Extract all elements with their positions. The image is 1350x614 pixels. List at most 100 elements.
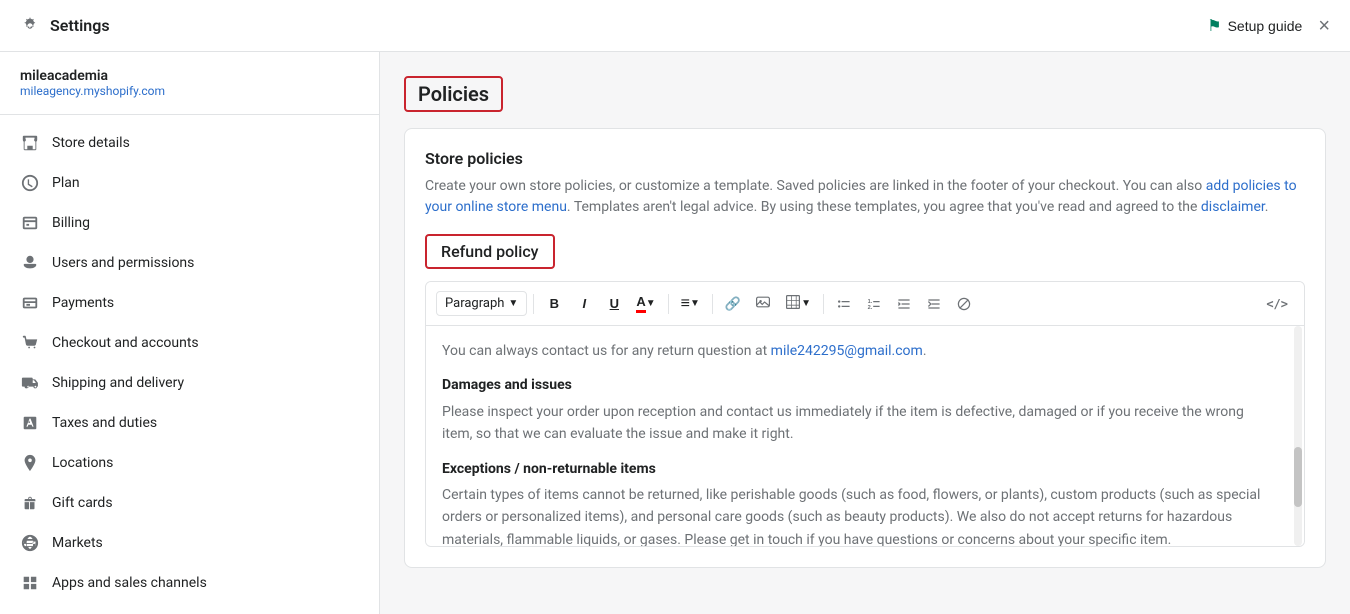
sidebar-item-label: Gift cards bbox=[52, 495, 113, 511]
section-exceptions: Exceptions / non-returnable items Certai… bbox=[442, 458, 1272, 546]
table-button[interactable]: ▼ bbox=[779, 290, 817, 317]
sidebar-item-label: Apps and sales channels bbox=[52, 575, 207, 591]
store-url[interactable]: mileagency.myshopify.com bbox=[20, 84, 359, 98]
editor-content-area[interactable]: You can always contact us for any return… bbox=[426, 326, 1304, 546]
close-button[interactable]: × bbox=[1318, 16, 1330, 36]
sidebar-item-plan[interactable]: Plan bbox=[0, 163, 379, 203]
top-bar-left: Settings bbox=[20, 16, 110, 36]
store-info: mileacademia mileagency.myshopify.com bbox=[0, 52, 379, 115]
underline-button[interactable]: U bbox=[600, 292, 628, 315]
table-icon bbox=[785, 294, 801, 313]
toolbar-divider-3 bbox=[712, 294, 713, 314]
refund-policy-title: Refund policy bbox=[441, 242, 539, 261]
store-policies-desc: Create your own store policies, or custo… bbox=[425, 176, 1305, 218]
paragraph-select[interactable]: Paragraph ▼ bbox=[436, 291, 527, 316]
align-button[interactable]: ≡ ▼ bbox=[675, 291, 706, 317]
toolbar-divider-1 bbox=[533, 294, 534, 314]
desc-text-2: . Templates aren't legal advice. By usin… bbox=[567, 199, 1201, 215]
indent-icon bbox=[926, 296, 942, 312]
svg-text:2.: 2. bbox=[868, 304, 873, 310]
block-button[interactable] bbox=[950, 292, 978, 316]
page-header: Policies bbox=[404, 76, 1326, 112]
payments-icon bbox=[20, 293, 40, 313]
rich-text-editor: Paragraph ▼ B I U A ▼ bbox=[425, 281, 1305, 547]
sidebar-item-shipping[interactable]: Shipping and delivery bbox=[0, 363, 379, 403]
setup-guide-label: Setup guide bbox=[1228, 18, 1303, 34]
sidebar-item-label: Locations bbox=[52, 455, 113, 471]
italic-button[interactable]: I bbox=[570, 292, 598, 315]
editor-toolbar: Paragraph ▼ B I U A ▼ bbox=[426, 282, 1304, 326]
sidebar-item-locations[interactable]: Locations bbox=[0, 443, 379, 483]
align-icon: ≡ bbox=[681, 295, 690, 313]
color-label: A bbox=[636, 294, 645, 313]
top-bar-right: ⚑ Setup guide × bbox=[1207, 16, 1330, 36]
sidebar: mileacademia mileagency.myshopify.com St… bbox=[0, 52, 380, 614]
para1-end: . bbox=[923, 343, 927, 359]
image-button[interactable] bbox=[749, 290, 777, 317]
align-dropdown: ▼ bbox=[690, 298, 700, 309]
taxes-icon bbox=[20, 413, 40, 433]
toolbar-divider-4 bbox=[823, 294, 824, 314]
scrollbar-thumb[interactable] bbox=[1294, 447, 1302, 507]
outdent-button[interactable] bbox=[890, 292, 918, 316]
exceptions-text: Certain types of items cannot be returne… bbox=[442, 484, 1272, 546]
shipping-icon bbox=[20, 373, 40, 393]
store-policies-title: Store policies bbox=[425, 149, 1305, 168]
bullet-list-icon bbox=[836, 296, 852, 312]
sidebar-item-label: Store details bbox=[52, 135, 130, 151]
code-button[interactable]: </> bbox=[1260, 293, 1294, 315]
policies-title: Policies bbox=[418, 82, 489, 106]
settings-icon bbox=[20, 16, 40, 36]
bold-button[interactable]: B bbox=[540, 292, 568, 315]
page-title: Settings bbox=[50, 16, 110, 35]
sidebar-item-store-details[interactable]: Store details bbox=[0, 123, 379, 163]
sidebar-item-label: Users and permissions bbox=[52, 255, 194, 271]
store-icon bbox=[20, 133, 40, 153]
ordered-list-button[interactable]: 1.2. bbox=[860, 292, 888, 316]
link-icon: 🔗 bbox=[725, 296, 741, 312]
ordered-list-icon: 1.2. bbox=[866, 296, 882, 312]
gift-icon bbox=[20, 493, 40, 513]
markets-icon bbox=[20, 533, 40, 553]
content-area: Policies Store policies Create your own … bbox=[380, 52, 1350, 614]
sidebar-item-apps[interactable]: Apps and sales channels bbox=[0, 563, 379, 603]
table-dropdown: ▼ bbox=[801, 298, 811, 309]
sidebar-item-billing[interactable]: Billing bbox=[0, 203, 379, 243]
section-damages: Damages and issues Please inspect your o… bbox=[442, 374, 1272, 445]
color-button[interactable]: A ▼ bbox=[630, 290, 661, 317]
color-dropdown: ▼ bbox=[646, 298, 656, 309]
sidebar-item-label: Taxes and duties bbox=[52, 415, 157, 431]
refund-policy-title-box: Refund policy bbox=[425, 234, 555, 269]
indent-button[interactable] bbox=[920, 292, 948, 316]
sidebar-item-checkout[interactable]: Checkout and accounts bbox=[0, 323, 379, 363]
sidebar-item-label: Checkout and accounts bbox=[52, 335, 199, 351]
sidebar-item-payments[interactable]: Payments bbox=[0, 283, 379, 323]
image-icon bbox=[755, 294, 771, 313]
sidebar-item-domains[interactable]: Domains bbox=[0, 603, 379, 614]
user-icon bbox=[20, 253, 40, 273]
main-layout: mileacademia mileagency.myshopify.com St… bbox=[0, 52, 1350, 614]
damages-title: Damages and issues bbox=[442, 374, 1272, 396]
disclaimer-link[interactable]: disclaimer bbox=[1201, 199, 1265, 215]
setup-guide-button[interactable]: ⚑ Setup guide bbox=[1207, 16, 1302, 36]
editor-para-1: You can always contact us for any return… bbox=[442, 340, 1272, 362]
desc-text-3: . bbox=[1265, 199, 1269, 215]
link-button[interactable]: 🔗 bbox=[719, 292, 747, 316]
damages-text: Please inspect your order upon reception… bbox=[442, 401, 1272, 446]
exceptions-title: Exceptions / non-returnable items bbox=[442, 458, 1272, 480]
contact-email-link[interactable]: mile242295@gmail.com bbox=[771, 343, 923, 359]
store-policies-card: Store policies Create your own store pol… bbox=[404, 128, 1326, 568]
refund-policy-section: Refund policy Paragraph ▼ B I bbox=[425, 234, 1305, 547]
block-icon bbox=[956, 296, 972, 312]
apps-icon bbox=[20, 573, 40, 593]
sidebar-item-users[interactable]: Users and permissions bbox=[0, 243, 379, 283]
sidebar-item-label: Shipping and delivery bbox=[52, 375, 184, 391]
sidebar-item-gift-cards[interactable]: Gift cards bbox=[0, 483, 379, 523]
bullet-list-button[interactable] bbox=[830, 292, 858, 316]
sidebar-item-taxes[interactable]: Taxes and duties bbox=[0, 403, 379, 443]
scrollbar-track bbox=[1294, 326, 1302, 546]
sidebar-item-label: Billing bbox=[52, 215, 90, 231]
sidebar-item-label: Plan bbox=[52, 175, 80, 191]
checkout-icon bbox=[20, 333, 40, 353]
sidebar-item-markets[interactable]: Markets bbox=[0, 523, 379, 563]
